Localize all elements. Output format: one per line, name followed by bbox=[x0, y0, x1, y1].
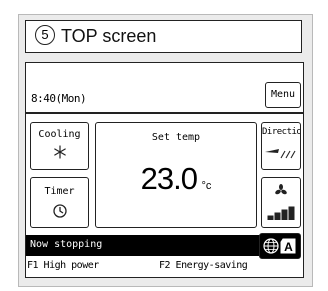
timer-label: Timer bbox=[44, 186, 75, 197]
mode-label: Cooling bbox=[38, 129, 81, 140]
set-temp-readout: 23.0 °c bbox=[96, 161, 256, 197]
fan-speed-button[interactable] bbox=[261, 177, 301, 228]
step-title-text: TOP screen bbox=[61, 26, 157, 46]
status-text: Now stopping bbox=[30, 239, 103, 250]
header-divider bbox=[26, 112, 303, 114]
status-bar: Now stopping bbox=[26, 235, 260, 256]
snowflake-icon bbox=[54, 145, 66, 159]
fan-level-bar bbox=[267, 215, 274, 220]
mode-button[interactable]: Cooling bbox=[30, 122, 89, 170]
fan-level-bar bbox=[281, 209, 288, 220]
step-number: 5 bbox=[35, 25, 55, 45]
clock-icon bbox=[53, 204, 67, 218]
set-temp-label: Set temp bbox=[151, 132, 201, 143]
louver-direction-icon bbox=[265, 149, 296, 159]
step-title: 5 TOP screen bbox=[25, 20, 302, 53]
f1-label: F1 High power bbox=[27, 260, 99, 271]
direction-label: Direction bbox=[262, 127, 301, 137]
timer-button[interactable]: Timer bbox=[30, 177, 89, 228]
fan-level-bar bbox=[288, 206, 295, 220]
device-panel: 5 TOP screen 8:40(Mon) Menu Cooling Time… bbox=[18, 14, 313, 287]
f2-label: F2 Energy-saving bbox=[159, 260, 248, 271]
clock-display: 8:40(Mon) bbox=[31, 92, 87, 105]
menu-button[interactable]: Menu bbox=[265, 82, 301, 108]
set-temp-value: 23.0 bbox=[140, 161, 198, 196]
remote-lcd-screen: 8:40(Mon) Menu Cooling Timer Set temp 23 bbox=[25, 62, 304, 278]
svg-text:A: A bbox=[284, 240, 293, 254]
set-temp-unit: °c bbox=[201, 180, 212, 192]
globe-icon bbox=[263, 238, 279, 254]
language-button[interactable]: A bbox=[259, 233, 301, 259]
fan-icon bbox=[275, 184, 287, 195]
fan-level-bars bbox=[267, 206, 295, 220]
set-temp-button[interactable]: Set temp 23.0 °c bbox=[95, 122, 257, 228]
letter-a-icon: A bbox=[280, 238, 296, 254]
fan-level-bar bbox=[274, 212, 281, 220]
direction-button[interactable]: Direction bbox=[261, 122, 301, 170]
